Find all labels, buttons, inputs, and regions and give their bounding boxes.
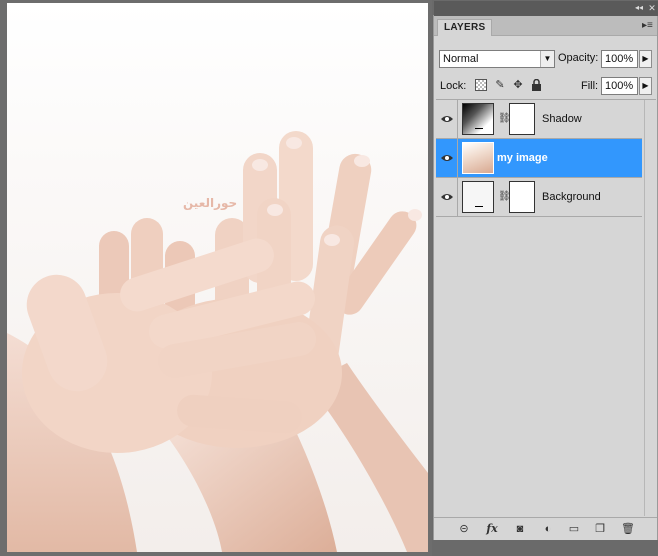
document-canvas-area[interactable]: حورالعين: [0, 0, 432, 556]
fill-label: Fill:: [581, 80, 599, 92]
mask-icon[interactable]: ◙: [512, 522, 528, 536]
link-icon[interactable]: ⊝: [456, 522, 472, 536]
layer-row-background[interactable]: ⛓ Background: [436, 178, 642, 217]
folder-icon[interactable]: ▭: [566, 522, 582, 536]
eye-icon: [441, 194, 453, 200]
lock-paint-brush-icon[interactable]: ✎: [494, 79, 506, 91]
layer-thumbnail[interactable]: [462, 103, 494, 135]
lock-all-padlock-icon[interactable]: [530, 78, 542, 91]
lock-label: Lock:: [440, 80, 467, 92]
double-chevron-icon[interactable]: ◂◂: [635, 3, 645, 13]
visibility-toggle[interactable]: [436, 100, 458, 138]
blend-mode-value: Normal: [443, 53, 479, 65]
panel-tab-row: LAYERS ▸≡: [434, 16, 657, 36]
chain-icon[interactable]: ⛓: [498, 191, 511, 203]
lock-row: Lock: ✎ ✥ Fill: 100% ▶: [434, 76, 657, 96]
opacity-input[interactable]: 100%: [601, 50, 638, 68]
layers-panel: ◂◂ ✕ LAYERS ▸≡ Normal ▼ Opacity: 100% ▶ …: [433, 1, 658, 540]
fill-slider-arrow-icon[interactable]: ▶: [639, 77, 652, 95]
document-image[interactable]: حورالعين: [7, 3, 428, 552]
layer-name[interactable]: Shadow: [542, 112, 582, 126]
layer-thumbnail[interactable]: [462, 142, 494, 174]
opacity-label: Opacity:: [558, 52, 599, 64]
chain-icon[interactable]: ⛓: [498, 113, 511, 125]
opacity-slider-arrow-icon[interactable]: ▶: [639, 50, 652, 68]
new-layer-icon[interactable]: ❐: [592, 522, 608, 536]
visibility-toggle[interactable]: [436, 139, 458, 177]
trash-icon[interactable]: 🗑: [620, 522, 636, 536]
layer-mask-thumbnail[interactable]: [509, 181, 535, 213]
visibility-toggle[interactable]: [436, 178, 458, 216]
layer-name[interactable]: Background: [542, 190, 601, 204]
close-icon[interactable]: ✕: [647, 3, 657, 13]
layer-list-scrollbar[interactable]: [644, 100, 656, 516]
layer-mask-thumbnail[interactable]: [509, 103, 535, 135]
adjustment-icon[interactable]: ◐: [540, 522, 556, 536]
blend-mode-select[interactable]: Normal ▼: [439, 50, 555, 68]
eye-icon: [441, 116, 453, 122]
layer-row-shadow[interactable]: ⛓ Shadow: [436, 100, 642, 139]
lock-transparency-icon[interactable]: [475, 79, 487, 91]
panel-footer-toolbar: ⊝ fx ◙ ◐ ▭ ❐ 🗑: [434, 517, 657, 540]
watermark-text: حورالعين: [183, 196, 238, 210]
layer-thumbnail[interactable]: [462, 181, 494, 213]
fx-icon[interactable]: fx: [484, 522, 500, 536]
blend-row: Normal ▼ Opacity: 100% ▶: [434, 50, 657, 70]
panel-title-bar[interactable]: ◂◂ ✕: [434, 1, 658, 16]
layer-name[interactable]: my image: [497, 151, 548, 165]
layer-row-my-image[interactable]: my image: [436, 139, 642, 178]
fill-input[interactable]: 100%: [601, 77, 638, 95]
panel-menu-icon[interactable]: ▸≡: [642, 20, 654, 31]
eye-icon: [441, 155, 453, 161]
tab-layers[interactable]: LAYERS: [437, 19, 493, 36]
layer-list: ⛓ Shadow my image ⛓ Background: [436, 99, 656, 516]
chevron-down-icon[interactable]: ▼: [540, 51, 554, 67]
lock-position-move-icon[interactable]: ✥: [512, 79, 524, 91]
hands-photo: [7, 131, 428, 552]
